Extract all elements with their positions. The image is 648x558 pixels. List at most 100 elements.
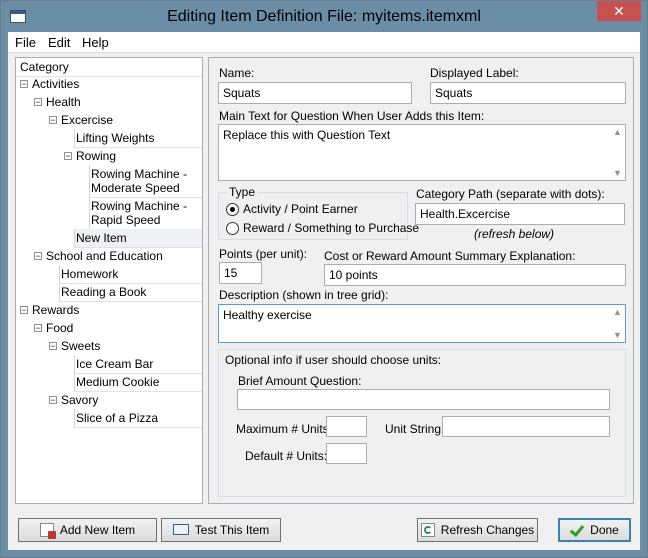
tree-row-lifting-weights: Lifting Weights <box>74 129 155 147</box>
type-activity-label[interactable]: Activity / Point Earner <box>243 202 358 216</box>
add-new-item-label: Add New Item <box>59 523 136 537</box>
test-item-button[interactable]: Test This Item <box>161 518 281 542</box>
client-area: File Edit Help Category − Activities − H… <box>8 32 640 550</box>
brief-amount-input[interactable] <box>237 389 610 410</box>
tree-item-food[interactable]: Food <box>44 319 73 337</box>
item-editor-panel: Name: Squats Displayed Label: Squats Mai… <box>208 57 634 504</box>
refresh-note: (refresh below) <box>474 227 555 241</box>
tree-label-homework: Homework <box>61 267 119 281</box>
displayed-label-input[interactable]: Squats <box>430 82 626 104</box>
points-input[interactable]: 15 <box>219 262 262 284</box>
max-units-input[interactable] <box>326 416 367 437</box>
done-label: Done <box>590 523 619 537</box>
tree-item-savory[interactable]: Savory <box>59 391 98 409</box>
tree-label-lifting-weights: Lifting Weights <box>76 131 155 145</box>
tree-row-rowing-moderate-1: Rowing Machine - <box>89 165 187 181</box>
menu-help[interactable]: Help <box>82 35 109 50</box>
tree-label-rewards: Rewards <box>32 303 80 317</box>
tree-header: Category <box>18 58 69 76</box>
close-button[interactable]: ✕ <box>597 1 641 21</box>
expander-school-icon[interactable]: − <box>34 252 42 261</box>
menu-file[interactable]: File <box>15 35 36 50</box>
expander-excercise-icon[interactable]: − <box>49 116 57 125</box>
tree-row-pizza: Slice of a Pizza <box>74 409 158 427</box>
tree-row-rowing-rapid-1: Rowing Machine - <box>89 197 187 213</box>
tree-item-activities[interactable]: Activities <box>30 75 79 93</box>
expander-sweets-icon[interactable]: − <box>49 342 57 351</box>
type-label: Type <box>227 185 258 199</box>
tree-item-excercise[interactable]: Excercise <box>59 111 113 129</box>
tree-header-label: Category <box>20 60 69 74</box>
optional-label: Optional info if user should choose unit… <box>225 353 442 367</box>
expander-health-icon[interactable]: − <box>34 98 42 107</box>
done-button[interactable]: Done <box>558 518 631 542</box>
refresh-changes-label: Refresh Changes <box>440 523 535 537</box>
tree-item-health[interactable]: Health <box>44 93 81 111</box>
tree-row-reading: Reading a Book <box>59 283 146 301</box>
tree-row-medium-cookie: Medium Cookie <box>74 373 159 391</box>
name-input[interactable]: Squats <box>218 82 412 104</box>
main-text-textarea[interactable]: Replace this with Question Text ▲ ▼ <box>218 124 626 181</box>
tree-label-pizza: Slice of a Pizza <box>76 411 159 425</box>
tree-label-new-item: New Item <box>76 231 127 245</box>
expander-savory-icon[interactable]: − <box>49 396 57 405</box>
tree-item-school[interactable]: School and Education <box>44 247 163 265</box>
expander-rowing-icon[interactable]: − <box>64 152 72 161</box>
app-window: Editing Item Definition File: myitems.it… <box>0 0 648 558</box>
tree-row-ice-cream: Ice Cream Bar <box>74 355 153 373</box>
cost-label: Cost or Reward Amount Summary Explanatio… <box>324 249 576 263</box>
tree-item-rowing[interactable]: Rowing <box>74 147 116 165</box>
brief-amount-label: Brief Amount Question: <box>238 374 362 388</box>
description-textarea[interactable]: Healthy exercise ▲ ▼ <box>218 304 626 343</box>
tree-label-rowing-moderate-1: Rowing Machine - <box>91 167 188 181</box>
add-new-item-button[interactable]: Add New Item <box>18 518 157 542</box>
default-units-label: Default # Units: <box>245 449 328 463</box>
refresh-changes-button[interactable]: Refresh Changes <box>417 518 538 542</box>
refresh-icon <box>420 523 435 537</box>
tree-label-reading: Reading a Book <box>61 285 147 299</box>
main-text-value: Replace this with Question Text <box>223 128 391 142</box>
tree-label-activities: Activities <box>32 77 80 91</box>
expander-rewards-icon[interactable]: − <box>20 306 28 315</box>
main-text-label: Main Text for Question When User Adds th… <box>219 109 485 123</box>
tree-label-rowing-rapid-2: Rapid Speed <box>91 213 161 227</box>
tree-row-rowing-moderate-2: Moderate Speed <box>89 181 180 195</box>
checkmark-icon <box>569 521 585 538</box>
tree-label-excercise: Excercise <box>61 113 114 127</box>
description-label: Description (shown in tree grid): <box>219 288 389 302</box>
name-label: Name: <box>219 66 255 80</box>
add-item-icon <box>39 523 56 539</box>
expander-food-icon[interactable]: − <box>34 324 42 333</box>
type-reward-radio[interactable] <box>226 222 239 235</box>
unit-string-input[interactable] <box>442 416 610 437</box>
expander-activities-icon[interactable]: − <box>20 80 28 89</box>
description-value: Healthy exercise <box>223 308 312 322</box>
tree-item-rewards[interactable]: Rewards <box>30 301 79 319</box>
window-title: Editing Item Definition File: myitems.it… <box>167 8 481 25</box>
displayed-label-label: Displayed Label: <box>430 66 519 80</box>
scroll-up-icon[interactable]: ▲ <box>613 127 622 137</box>
tree-label-food: Food <box>46 321 74 335</box>
description-scroll-down-icon[interactable]: ▼ <box>613 330 622 340</box>
tree-row-homework: Homework <box>59 265 118 283</box>
title-bar[interactable]: Editing Item Definition File: myitems.it… <box>1 1 647 33</box>
tree-label-rowing-rapid-1: Rowing Machine - <box>91 199 188 213</box>
type-reward-label[interactable]: Reward / Something to Purchase <box>243 221 419 235</box>
default-units-input[interactable] <box>326 443 367 464</box>
max-units-label: Maximum # Units: <box>236 422 333 436</box>
scroll-down-icon[interactable]: ▼ <box>613 168 622 178</box>
tree-label-health: Health <box>46 95 81 109</box>
type-activity-radio[interactable] <box>226 203 239 216</box>
tree-item-sweets[interactable]: Sweets <box>59 337 100 355</box>
tree-label-rowing: Rowing <box>76 149 117 163</box>
tree-label-ice-cream: Ice Cream Bar <box>76 357 154 371</box>
tree-label-sweets: Sweets <box>61 339 101 353</box>
points-label: Points (per unit): <box>219 247 308 261</box>
description-scroll-up-icon[interactable]: ▲ <box>613 307 622 317</box>
category-tree[interactable]: Category − Activities − Health − Excerci… <box>15 57 203 504</box>
menu-edit[interactable]: Edit <box>48 35 70 50</box>
cost-input[interactable]: 10 points <box>324 264 626 286</box>
test-window-icon <box>172 524 189 535</box>
tree-row-new-item: New Item <box>74 229 127 247</box>
category-path-input[interactable]: Health.Excercise <box>415 203 625 225</box>
